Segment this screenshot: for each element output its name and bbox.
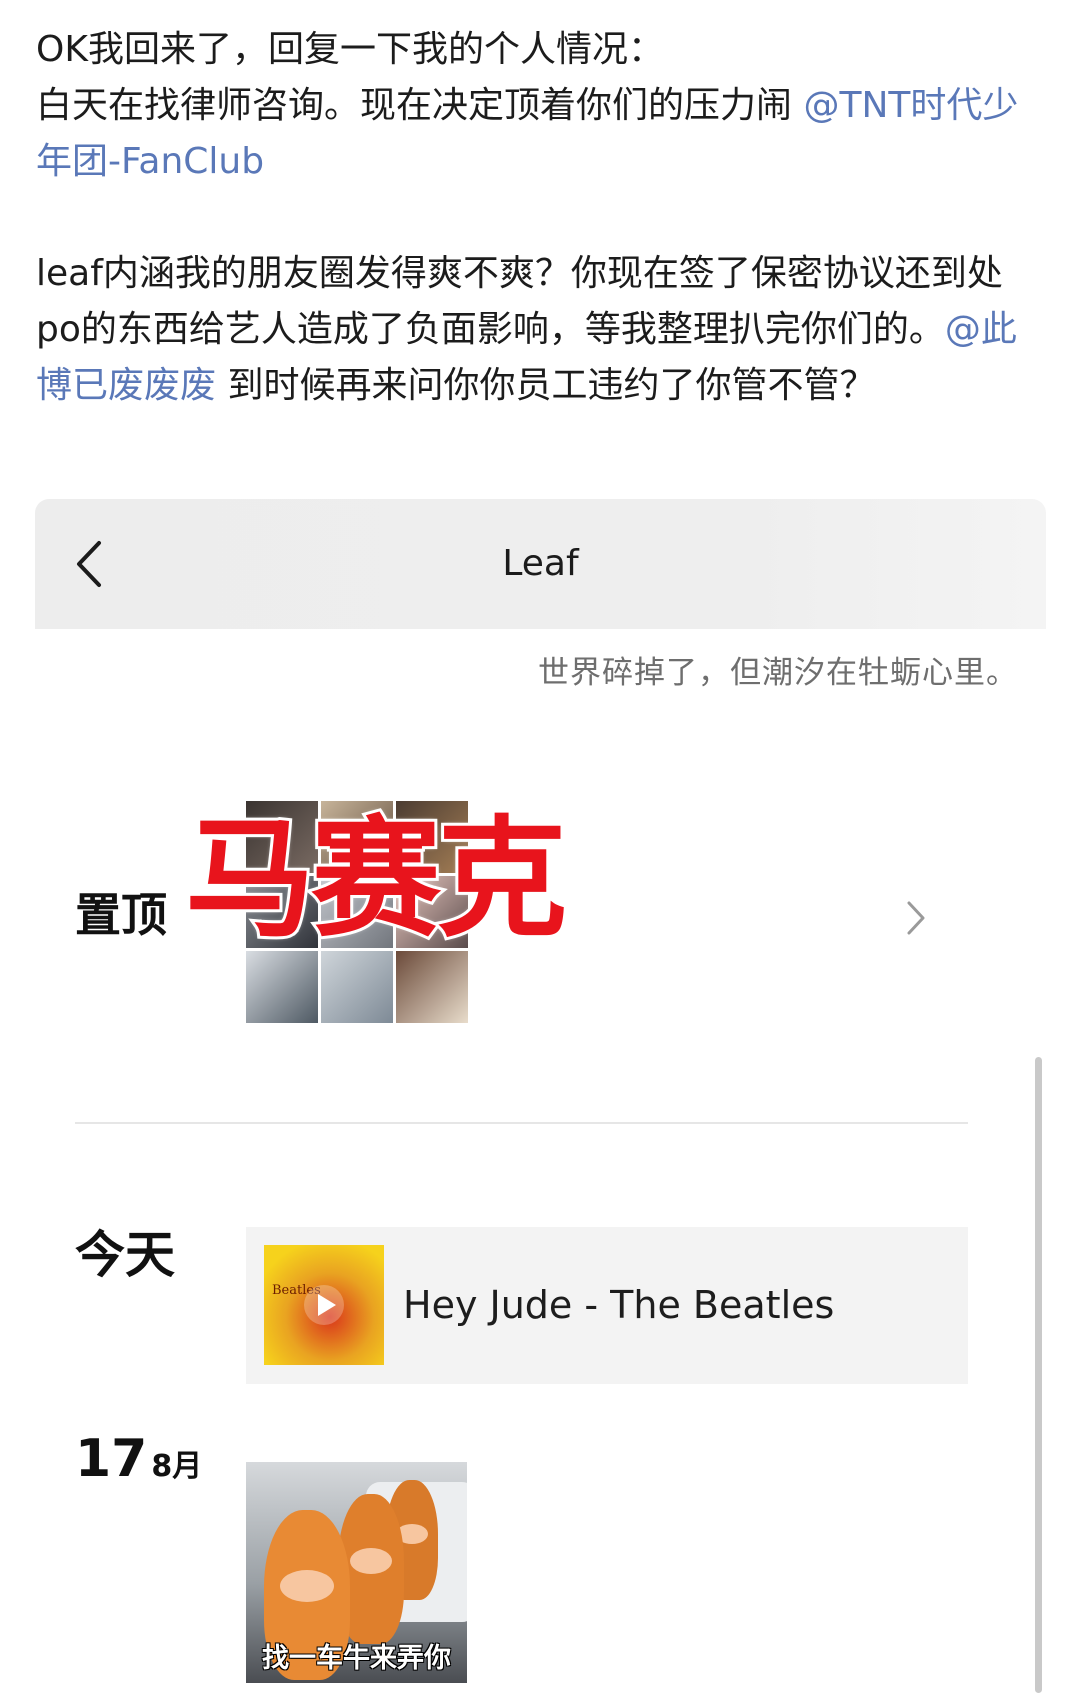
scrollbar[interactable]	[1035, 1057, 1042, 1693]
section-divider	[75, 1122, 968, 1124]
pinned-thumb	[246, 951, 318, 1023]
date-day: 17	[75, 1429, 148, 1489]
post-line-2: 白天在找律师咨询。现在决定顶着你们的压力闹	[36, 85, 804, 126]
music-share-card[interactable]: Beatles Hey Jude - The Beatles	[246, 1227, 968, 1384]
pinned-thumb	[321, 951, 393, 1023]
music-title: Hey Jude - The Beatles	[403, 1283, 835, 1327]
play-icon[interactable]	[304, 1285, 344, 1325]
pinned-label: 置顶	[75, 888, 167, 942]
post-line-1: OK我回来了，回复一下我的个人情况：	[36, 29, 664, 70]
nav-bar: Leaf	[35, 499, 1046, 629]
post-paragraph-1: 白天在找律师咨询。现在决定顶着你们的压力闹 @TNT时代少年团-FanClub	[36, 78, 1046, 190]
post-paragraph-2-text: leaf内涵我的朋友圈发得爽不爽？你现在签了保密协议还到处po的东西给艺人造成了…	[36, 253, 1003, 350]
date-month: 8月	[151, 1449, 203, 1484]
date-label-today: 今天	[75, 1226, 175, 1284]
chevron-left-icon[interactable]	[69, 537, 113, 591]
album-cover: Beatles	[264, 1245, 384, 1365]
meme-caption: 找一车牛来弄你	[262, 1643, 451, 1674]
meme-image[interactable]: 找一车牛来弄你	[246, 1462, 467, 1683]
profile-signature: 世界碎掉了，但潮汐在牡蛎心里。	[538, 655, 1018, 691]
chevron-right-icon[interactable]	[901, 895, 931, 941]
mosaic-censor-overlay: 马赛克	[182, 803, 570, 955]
nav-title: Leaf	[502, 543, 579, 584]
pinned-thumb	[396, 951, 468, 1023]
post-body: OK我回来了，回复一下我的个人情况： 白天在找律师咨询。现在决定顶着你们的压力闹…	[36, 22, 1046, 414]
embedded-screenshot: Leaf 世界碎掉了，但潮汐在牡蛎心里。 置顶 马赛克 今天 Beatles H…	[35, 499, 1046, 1693]
post-paragraph-2: leaf内涵我的朋友圈发得爽不爽？你现在签了保密协议还到处po的东西给艺人造成了…	[36, 246, 1046, 414]
date-label-aug17: 17 8月	[75, 1429, 202, 1489]
post-paragraph-2-tail: 到时候再来问你你员工违约了你管不管？	[216, 365, 876, 406]
